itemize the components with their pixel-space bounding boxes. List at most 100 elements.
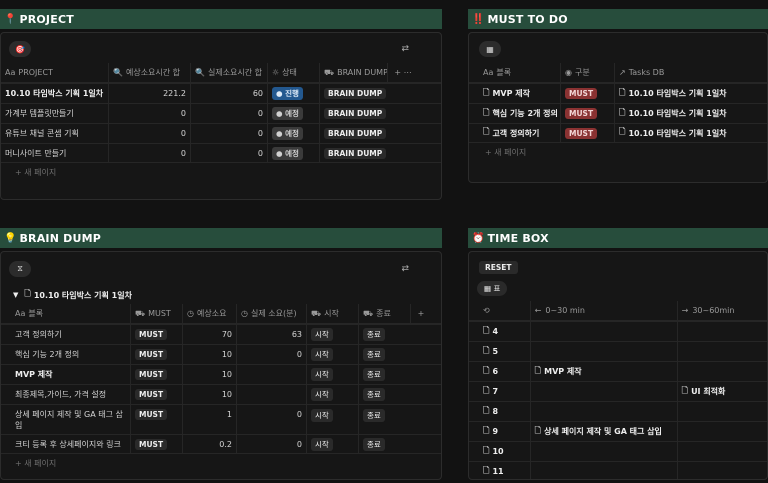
- block-name[interactable]: 🗋 MVP 제작: [469, 84, 561, 103]
- start-button[interactable]: 시작: [311, 437, 333, 451]
- brain-new-page-button[interactable]: + 새 페이지: [15, 458, 56, 469]
- must-link[interactable]: MUST: [135, 369, 168, 380]
- col-block[interactable]: Aa 블록: [469, 63, 561, 82]
- col-hour[interactable]: ⟲: [469, 301, 531, 320]
- start-cell[interactable]: 시작: [307, 345, 359, 364]
- status-cell[interactable]: ● 진행: [268, 84, 320, 103]
- start-button[interactable]: 시작: [311, 388, 333, 401]
- col-actual-sum[interactable]: 🔍 실제소요시간 합: [191, 63, 268, 82]
- status-cell[interactable]: ● 예정: [268, 144, 320, 162]
- col-end[interactable]: ⛟ 종료: [359, 304, 411, 323]
- block-name[interactable]: 크티 등록 후 상세페이지와 링크: [1, 435, 131, 453]
- dump-cell[interactable]: BRAIN DUMP: [320, 104, 388, 123]
- project-name[interactable]: 10.10 타임박스 기획 1일차: [1, 84, 109, 103]
- col-brain-dump[interactable]: ⛟ BRAIN DUMP: [320, 63, 388, 82]
- first-half-cell[interactable]: 🗋 MVP 제작: [531, 362, 678, 381]
- col-start[interactable]: ⛟ 시작: [307, 304, 359, 323]
- table-row[interactable]: 유튜브 채널 콘셉 기획 0 0 ● 예정 BRAIN DUMP: [1, 123, 441, 143]
- second-half-cell[interactable]: [678, 422, 767, 441]
- end-button[interactable]: 종료: [363, 388, 385, 401]
- end-button[interactable]: 종료: [363, 328, 385, 341]
- table-row[interactable]: 10.10 타임박스 기획 1일차 221.2 60 ● 진행 BRAIN DU…: [1, 83, 441, 103]
- block-name[interactable]: 핵심 기능 2개 정의: [1, 345, 131, 364]
- table-row[interactable]: 🗋 11: [469, 461, 767, 479]
- must-cell[interactable]: MUST: [131, 325, 183, 344]
- must-link[interactable]: MUST: [135, 329, 168, 340]
- start-button[interactable]: 시작: [311, 328, 333, 341]
- col-second-half[interactable]: → 30~60min: [678, 301, 767, 320]
- end-cell[interactable]: 종료: [359, 325, 411, 344]
- tasks-db-link[interactable]: 🗋 10.10 타임박스 기획 1일차: [615, 84, 767, 103]
- table-row[interactable]: 🗋 5: [469, 341, 767, 361]
- col-status[interactable]: ☼ 상태: [268, 63, 320, 82]
- tasks-db-link[interactable]: 🗋 10.10 타임박스 기획 1일차: [615, 124, 767, 142]
- must-link[interactable]: MUST: [135, 409, 168, 420]
- table-row[interactable]: 🗋 8: [469, 401, 767, 421]
- second-half-cell[interactable]: 🗋 UI 최적화: [678, 382, 767, 401]
- hour-cell[interactable]: 🗋 11: [469, 462, 531, 479]
- project-view-chip[interactable]: 🎯: [9, 41, 31, 57]
- table-row[interactable]: 최종제목,가이드, 가격 설정 MUST 10 시작 종료: [1, 384, 441, 404]
- table-row[interactable]: 고객 정의하기 MUST 70 63 시작 종료: [1, 324, 441, 344]
- sort-icon[interactable]: ⇄: [401, 44, 409, 54]
- end-button[interactable]: 종료: [363, 368, 385, 381]
- end-button[interactable]: 종료: [363, 437, 385, 451]
- add-column-button[interactable]: +: [411, 304, 431, 323]
- end-cell[interactable]: 종료: [359, 405, 411, 434]
- hour-cell[interactable]: 🗋 7: [469, 382, 531, 401]
- end-button[interactable]: 종료: [363, 409, 385, 422]
- dump-cell[interactable]: BRAIN DUMP: [320, 124, 388, 143]
- block-name[interactable]: 최종제목,가이드, 가격 설정: [1, 385, 131, 404]
- first-half-cell[interactable]: [531, 442, 678, 461]
- add-column-button[interactable]: + ⋯: [388, 63, 418, 82]
- end-cell[interactable]: 종료: [359, 385, 411, 404]
- table-row[interactable]: 🗋 고객 정의하기 MUST 🗋 10.10 타임박스 기획 1일차: [469, 123, 767, 143]
- block-name[interactable]: 🗋 고객 정의하기: [469, 124, 561, 142]
- start-cell[interactable]: 시작: [307, 365, 359, 384]
- must-cell[interactable]: MUST: [131, 405, 183, 434]
- status-cell[interactable]: ● 예정: [268, 124, 320, 143]
- col-tasks-db[interactable]: ↗ Tasks DB: [615, 63, 767, 82]
- dump-cell[interactable]: BRAIN DUMP: [320, 84, 388, 103]
- second-half-cell[interactable]: [678, 462, 767, 479]
- hour-cell[interactable]: 🗋 6: [469, 362, 531, 381]
- start-cell[interactable]: 시작: [307, 405, 359, 434]
- sort-icon[interactable]: ⇄: [401, 264, 409, 274]
- must-cell[interactable]: MUST: [131, 365, 183, 384]
- first-half-cell[interactable]: 🗋 상세 페이지 제작 및 GA 태그 삽입: [531, 422, 678, 441]
- first-half-cell[interactable]: [531, 342, 678, 361]
- col-type[interactable]: ◉ 구분: [561, 63, 615, 82]
- block-name[interactable]: 상세 페이지 제작 및 GA 태그 삽입: [1, 405, 131, 434]
- must-link[interactable]: MUST: [135, 438, 168, 450]
- table-row[interactable]: 크티 등록 후 상세페이지와 링크 MUST 0.2 0 시작 종료: [1, 434, 441, 454]
- table-row[interactable]: 🗋 4: [469, 321, 767, 341]
- hour-cell[interactable]: 🗋 9: [469, 422, 531, 441]
- block-name[interactable]: 고객 정의하기: [1, 325, 131, 344]
- end-cell[interactable]: 종료: [359, 345, 411, 364]
- table-row[interactable]: 🗋 10: [469, 441, 767, 461]
- must-cell[interactable]: MUST: [131, 435, 183, 453]
- hour-cell[interactable]: 🗋 10: [469, 442, 531, 461]
- first-half-cell[interactable]: [531, 322, 678, 341]
- start-cell[interactable]: 시작: [307, 325, 359, 344]
- reset-button[interactable]: RESET: [479, 261, 518, 274]
- second-half-cell[interactable]: [678, 322, 767, 341]
- first-half-cell[interactable]: [531, 462, 678, 479]
- table-row[interactable]: 🗋 MVP 제작 MUST 🗋 10.10 타임박스 기획 1일차: [469, 83, 767, 103]
- start-cell[interactable]: 시작: [307, 435, 359, 453]
- end-button[interactable]: 종료: [363, 348, 385, 361]
- col-est-sum[interactable]: 🔍 예상소요시간 합: [109, 63, 191, 82]
- second-half-cell[interactable]: [678, 362, 767, 381]
- type-cell[interactable]: MUST: [561, 124, 615, 142]
- project-name[interactable]: 머니사이트 만들기: [1, 144, 109, 162]
- col-must[interactable]: ⛟ MUST: [131, 304, 183, 323]
- project-name[interactable]: 가계부 템플릿만들기: [1, 104, 109, 123]
- type-cell[interactable]: MUST: [561, 104, 615, 123]
- col-project[interactable]: Aa PROJECT: [1, 63, 109, 82]
- table-row[interactable]: 상세 페이지 제작 및 GA 태그 삽입 MUST 1 0 시작 종료: [1, 404, 441, 434]
- project-new-page-button[interactable]: + 새 페이지: [15, 167, 56, 178]
- start-button[interactable]: 시작: [311, 409, 333, 422]
- table-row[interactable]: 🗋 7 🗋 UI 최적화: [469, 381, 767, 401]
- hour-cell[interactable]: 🗋 5: [469, 342, 531, 361]
- table-row[interactable]: 가계부 템플릿만들기 0 0 ● 예정 BRAIN DUMP: [1, 103, 441, 123]
